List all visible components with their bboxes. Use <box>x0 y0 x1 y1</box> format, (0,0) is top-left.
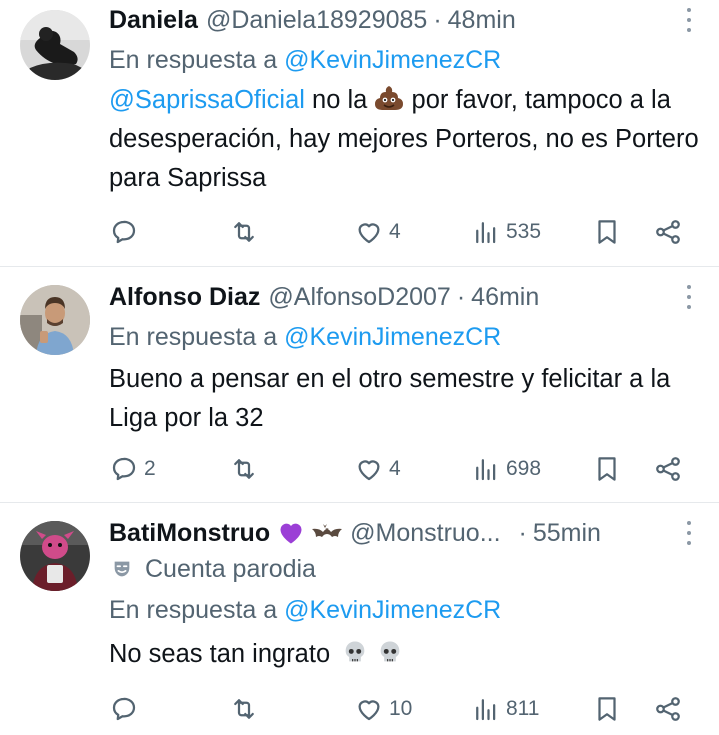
timestamp[interactable]: 48min <box>448 6 516 35</box>
separator: · <box>456 282 466 311</box>
timestamp[interactable]: 55min <box>533 519 601 548</box>
share-button[interactable] <box>653 214 683 250</box>
bookmark-icon <box>598 697 616 721</box>
tweet-text: Bueno a pensar en el otro semestre y fel… <box>109 365 671 432</box>
user-handle[interactable]: @Monstruo... <box>350 519 500 548</box>
body-mention-link[interactable]: @SaprissaOficial <box>109 86 305 114</box>
like-count: 4 <box>389 457 401 480</box>
tweet-header: Daniela @Daniela18929085 · 48min <box>109 2 699 38</box>
views-button[interactable]: 698 <box>471 451 541 487</box>
like-count: 10 <box>389 697 413 720</box>
retweet-button[interactable] <box>229 214 264 250</box>
separator: · <box>518 518 527 547</box>
tweet-3[interactable]: BatiMonstruo @Monstruo... · 55min Cuenta… <box>0 503 719 735</box>
analytics-icon <box>476 459 496 481</box>
tweet-text: @SaprissaOficial no la por favor, tampoc… <box>109 81 699 198</box>
bookmark-button[interactable] <box>592 214 622 250</box>
share-button[interactable] <box>653 451 683 487</box>
heart-icon <box>358 460 380 481</box>
bookmark-button[interactable] <box>592 451 622 487</box>
like-button[interactable]: 4 <box>354 451 401 487</box>
tweet-actions: 4 535 <box>109 214 699 250</box>
avatar[interactable] <box>20 285 90 355</box>
parody-mask-icon <box>114 561 130 577</box>
heart-icon <box>358 700 380 721</box>
retweet-button[interactable] <box>229 451 264 487</box>
heart-icon <box>358 223 380 244</box>
views-button[interactable]: 535 <box>471 214 541 250</box>
views-button[interactable]: 811 <box>471 691 539 727</box>
tweet-body: No seas tan ingrato <box>109 640 331 668</box>
reply-prefix: En respuesta a <box>109 596 278 624</box>
reply-icon <box>112 457 136 481</box>
skull-emoji <box>380 641 400 662</box>
tweet-text: No seas tan ingrato <box>109 635 699 674</box>
share-icon <box>656 220 680 244</box>
display-name[interactable]: BatiMonstruo <box>109 519 270 548</box>
more-options-icon[interactable] <box>679 283 699 311</box>
retweet-icon <box>234 459 254 479</box>
reply-prefix: En respuesta a <box>109 323 278 351</box>
poop-emoji <box>375 86 404 110</box>
tweet-actions: 2 4 698 <box>109 451 699 487</box>
like-button[interactable]: 10 <box>354 691 412 727</box>
avatar[interactable] <box>20 10 90 80</box>
reply-context: En respuesta a @KevinJimenezCR <box>109 318 699 356</box>
analytics-icon <box>476 222 496 244</box>
bookmark-icon <box>598 457 616 481</box>
purple-heart-emoji <box>280 523 302 544</box>
reply-icon <box>112 697 136 721</box>
retweet-button[interactable] <box>229 691 264 727</box>
user-handle[interactable]: @AlfonsoD2007 <box>268 283 450 312</box>
tweet-2[interactable]: Alfonso Diaz @AlfonsoD2007 · 46min En re… <box>0 267 719 503</box>
like-count: 4 <box>389 220 401 243</box>
more-options-icon[interactable] <box>679 6 699 34</box>
body-text-part: no la <box>304 86 375 114</box>
reply-button[interactable] <box>109 214 144 250</box>
share-icon <box>656 457 680 481</box>
parody-label: Cuenta parodia <box>109 551 699 587</box>
display-name[interactable]: Daniela <box>109 6 198 35</box>
reply-mention-link[interactable]: @KevinJimenezCR <box>284 46 501 74</box>
retweet-icon <box>234 222 254 242</box>
view-count: 811 <box>506 697 540 720</box>
skull-emoji <box>345 641 365 662</box>
display-name[interactable]: Alfonso Diaz <box>109 283 260 312</box>
tweet-header: BatiMonstruo @Monstruo... · 55min <box>109 515 699 551</box>
reply-icon <box>112 220 136 244</box>
user-handle[interactable]: @Daniela18929085 <box>206 6 427 35</box>
view-count: 535 <box>506 220 542 243</box>
separator: · <box>433 5 442 34</box>
tweet-actions: 10 811 <box>109 691 699 727</box>
analytics-icon <box>476 699 496 721</box>
reply-button[interactable] <box>109 691 144 727</box>
reply-context: En respuesta a @KevinJimenezCR <box>109 591 699 629</box>
reply-button[interactable]: 2 <box>109 451 156 487</box>
retweet-icon <box>234 699 254 719</box>
avatar[interactable] <box>20 521 90 591</box>
bookmark-icon <box>598 220 616 244</box>
reply-mention-link[interactable]: @KevinJimenezCR <box>284 596 501 624</box>
reply-mention-link[interactable]: @KevinJimenezCR <box>284 323 501 351</box>
reply-prefix: En respuesta a <box>109 46 278 74</box>
timestamp[interactable]: 46min <box>471 283 539 312</box>
parody-text: Cuenta parodia <box>145 554 316 583</box>
tweet-1[interactable]: Daniela @Daniela18929085 · 48min En resp… <box>0 0 719 267</box>
like-button[interactable]: 4 <box>354 214 401 250</box>
share-button[interactable] <box>653 691 683 727</box>
tweet-header: Alfonso Diaz @AlfonsoD2007 · 46min <box>109 279 699 315</box>
reply-count: 2 <box>144 457 156 480</box>
share-icon <box>656 697 680 721</box>
reply-context: En respuesta a @KevinJimenezCR <box>109 41 699 79</box>
bat-emoji <box>312 524 343 537</box>
bookmark-button[interactable] <box>592 691 622 727</box>
more-options-icon[interactable] <box>679 519 699 547</box>
view-count: 698 <box>506 457 542 480</box>
